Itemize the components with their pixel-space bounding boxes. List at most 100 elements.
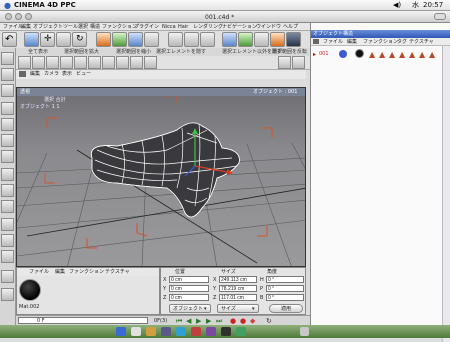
prev-key-icon[interactable]: ◀ <box>186 317 191 325</box>
tag-triangle-icon-7[interactable]: ▲ <box>429 50 435 59</box>
texture-axis-button[interactable] <box>1 200 14 213</box>
dock-app-icon[interactable] <box>221 327 231 336</box>
render-settings-button[interactable] <box>200 32 215 47</box>
tag-triangle-icon-6[interactable]: ▲ <box>419 50 425 59</box>
menu-select[interactable]: 選択 <box>78 24 88 30</box>
pos-x-field[interactable] <box>169 276 209 283</box>
viewport-menu-view[interactable]: ビュー <box>76 71 91 77</box>
render-view-button[interactable] <box>168 32 183 47</box>
om-menu-texture[interactable]: テクスチャ <box>409 39 434 45</box>
mm-menu-edit[interactable]: 編集 <box>55 269 65 275</box>
menu-tools[interactable]: ツール <box>63 24 78 30</box>
workplane-button[interactable] <box>1 250 14 263</box>
bevel-tool-button[interactable] <box>60 56 73 69</box>
frame-field[interactable]: 0 F <box>18 317 148 324</box>
volume-icon[interactable]: ◀) <box>393 1 401 9</box>
minimize-window-icon[interactable] <box>15 13 22 20</box>
tag-triangle-icon-5[interactable]: ▲ <box>409 50 415 59</box>
dock-app-icon[interactable] <box>191 327 201 336</box>
animation-mode-button[interactable] <box>1 168 14 181</box>
invert-selection-button[interactable]: 選択範囲を反転 <box>272 49 307 55</box>
play-icon[interactable]: ▶ <box>196 317 201 325</box>
spline-button[interactable] <box>254 32 269 47</box>
coord-mode-select[interactable]: オブジェクト ▾ <box>169 304 211 313</box>
brush-tool-button[interactable] <box>102 56 115 69</box>
scene-button[interactable] <box>286 32 301 47</box>
rot-p-field[interactable] <box>266 285 304 292</box>
rot-h-field[interactable] <box>266 276 304 283</box>
menu-plugins[interactable]: プラグイン <box>134 24 159 30</box>
menu-nicca[interactable]: Nicca <box>162 24 176 30</box>
render-picture-button[interactable] <box>184 32 199 47</box>
zoom-window-icon[interactable] <box>25 13 32 20</box>
mirror-tool-button[interactable] <box>144 56 157 69</box>
autokey-icon[interactable]: ● <box>240 317 246 325</box>
menu-function[interactable]: ファンクション <box>102 24 137 30</box>
om-menu-function[interactable]: ファンクション <box>363 39 398 45</box>
window-titlebar[interactable]: 001.c4d * <box>0 11 450 23</box>
coord-size-select[interactable]: サイズ ▾ <box>217 304 259 313</box>
magnet-tool-button[interactable] <box>88 56 101 69</box>
grow-selection-button[interactable]: 選択範囲を拡大 <box>64 49 99 55</box>
goto-end-icon[interactable]: ⏭ <box>216 317 222 325</box>
snap-button[interactable] <box>1 234 14 247</box>
y-axis-button[interactable] <box>112 32 127 47</box>
menu-window[interactable]: ウインドウ <box>256 24 281 30</box>
app-menu-name[interactable]: CINEMA 4D PPC <box>14 1 76 9</box>
tag-triangle-icon-2[interactable]: ▲ <box>379 50 385 59</box>
points-mode-button[interactable] <box>1 118 14 131</box>
record-icon[interactable]: ● <box>230 317 236 325</box>
object-manager-scrollbar[interactable] <box>442 46 450 342</box>
menu-help[interactable]: ヘルプ <box>283 24 298 30</box>
use-model-button[interactable] <box>1 52 14 65</box>
om-menu-edit[interactable]: 編集 <box>347 39 357 45</box>
viewport-menu-edit[interactable]: 編集 <box>30 71 40 77</box>
material-preview-swatch[interactable] <box>19 279 41 301</box>
dock-app-icon[interactable] <box>161 327 171 336</box>
pos-z-field[interactable] <box>169 294 209 301</box>
live-select-button[interactable] <box>24 32 39 47</box>
dock-app-icon[interactable] <box>116 327 126 336</box>
polygon-tool-button[interactable] <box>18 56 31 69</box>
z-axis-button[interactable] <box>128 32 143 47</box>
extrude-tool-button[interactable] <box>46 56 59 69</box>
show-all-button[interactable]: 全て表示 <box>28 49 48 55</box>
dock-app-icon[interactable] <box>176 327 186 336</box>
pos-y-field[interactable] <box>169 285 209 292</box>
next-key-icon[interactable]: ▶ <box>206 317 211 325</box>
mm-menu-function[interactable]: ファンクション <box>69 269 104 275</box>
bridge-tool-button[interactable] <box>74 56 87 69</box>
knife-tool-button[interactable] <box>32 56 45 69</box>
menubar-clock[interactable]: 20:57 <box>423 1 443 9</box>
menu-file[interactable]: ファイル <box>3 24 23 30</box>
3d-viewport[interactable]: 透視 オブジェクト : 001 選択 合計 オブジェクト 1 1 <box>16 87 306 267</box>
x-axis-button[interactable] <box>96 32 111 47</box>
size-z-field[interactable] <box>219 294 257 301</box>
dock-app-icon[interactable] <box>206 327 216 336</box>
magnifier-button[interactable] <box>1 288 14 301</box>
menu-navigation[interactable]: ナビゲーション <box>222 24 257 30</box>
cube-primitive-button[interactable] <box>222 32 237 47</box>
move-tool-button[interactable]: ✛ <box>40 32 55 47</box>
tab-structure[interactable]: 構造 <box>343 31 353 37</box>
close-window-icon[interactable] <box>5 13 12 20</box>
material-tag-icon[interactable] <box>355 49 364 58</box>
edges-mode-button[interactable] <box>1 134 14 147</box>
hide-selected-button[interactable]: 選択エレメントを隠す <box>156 49 206 55</box>
tag-triangle-icon-4[interactable]: ▲ <box>399 50 405 59</box>
viewport-menu-display[interactable]: 表示 <box>62 71 72 77</box>
deformer-button[interactable] <box>270 32 285 47</box>
goto-start-icon[interactable]: ⏮ <box>176 317 182 325</box>
rot-b-field[interactable] <box>266 294 304 301</box>
scale-tool-button[interactable] <box>56 32 71 47</box>
loop-icon[interactable]: ↻ <box>266 317 272 325</box>
menu-structure[interactable]: 構造 <box>90 24 100 30</box>
om-menu-tag[interactable]: タグ <box>397 39 407 45</box>
dock-trash-icon[interactable] <box>300 327 309 336</box>
om-menu-file[interactable]: ファイル <box>323 39 343 45</box>
connect-tool-button[interactable] <box>278 56 291 69</box>
menu-edit[interactable]: 編集 <box>21 24 31 30</box>
object-name[interactable]: 001 <box>319 51 329 57</box>
size-y-field[interactable] <box>219 285 257 292</box>
toolbar-toggle-button[interactable] <box>434 13 446 20</box>
